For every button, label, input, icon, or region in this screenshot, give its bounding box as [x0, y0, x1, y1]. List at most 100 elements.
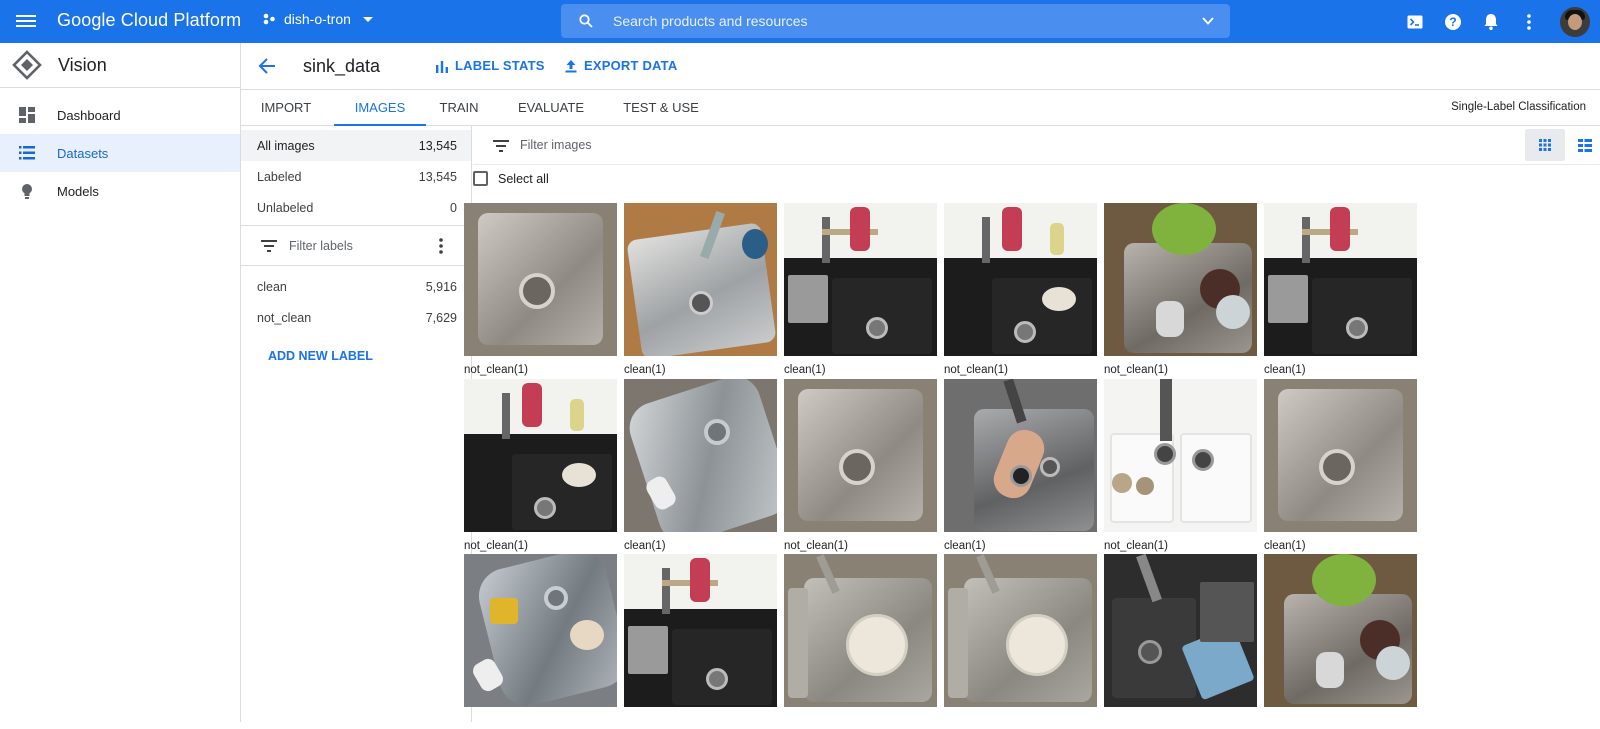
tab-train[interactable]: TRAIN [431, 90, 487, 126]
nav-item-label: Models [57, 183, 99, 199]
image-content [570, 620, 604, 650]
image-tile[interactable]: clean(1) [784, 203, 937, 378]
top-app-bar: Google Cloud Platform dish-o-tron Search… [0, 0, 1600, 43]
image-tile[interactable] [624, 554, 777, 729]
image-tile[interactable]: clean(1) [1264, 379, 1417, 554]
image-tile[interactable] [464, 554, 617, 729]
brand-title[interactable]: Google Cloud Platform [57, 10, 241, 31]
image-tile[interactable]: not_clean(1) [464, 379, 617, 554]
sink-image-thumbnail[interactable] [1264, 203, 1417, 356]
more-vert-icon[interactable] [439, 238, 443, 254]
sink-image-thumbnail[interactable] [944, 554, 1097, 707]
image-tile[interactable]: not_clean(1) [784, 379, 937, 554]
list-view-icon [1578, 138, 1592, 152]
dataset-name: sink_data [303, 56, 381, 76]
tab-images[interactable]: IMAGES [334, 90, 426, 126]
sink-image-thumbnail[interactable] [1264, 554, 1417, 707]
sink-image-thumbnail[interactable] [624, 554, 777, 707]
image-tile[interactable]: clean(1) [624, 203, 777, 378]
nav-item-dashboard[interactable]: Dashboard [0, 96, 240, 134]
avatar[interactable] [1560, 6, 1590, 37]
sink-image-thumbnail[interactable] [1264, 379, 1417, 532]
image-content [1014, 321, 1036, 343]
filter-icon [261, 239, 277, 252]
vision-logo-icon [12, 50, 42, 80]
tab-evaluate[interactable]: EVALUATE [509, 90, 593, 126]
grid-view-button[interactable] [1525, 129, 1565, 161]
sink-image-thumbnail[interactable] [464, 203, 617, 356]
image-content [1010, 465, 1032, 487]
filter-count: 13,545 [418, 138, 457, 153]
sink-image-thumbnail[interactable] [464, 554, 617, 707]
image-tile[interactable] [1264, 554, 1417, 729]
menu-icon[interactable] [16, 12, 36, 30]
image-content [832, 278, 932, 354]
image-tile[interactable]: clean(1) [944, 379, 1097, 554]
image-content [1050, 223, 1064, 255]
image-label-caption: clean(1) [1264, 540, 1306, 552]
filter-all-images[interactable]: All images 13,545 [241, 130, 471, 161]
sink-image-thumbnail[interactable] [944, 379, 1097, 532]
chevron-down-icon[interactable] [1202, 16, 1214, 26]
sink-image-thumbnail[interactable] [1104, 203, 1257, 356]
sink-image-thumbnail[interactable] [1104, 379, 1257, 532]
sink-image-thumbnail[interactable] [784, 379, 937, 532]
image-content [1192, 449, 1214, 471]
search-bar[interactable]: Search products and resources [561, 4, 1230, 38]
image-content [706, 668, 728, 690]
cloud-shell-icon[interactable] [1405, 12, 1425, 32]
image-label-caption: not_clean(1) [784, 540, 848, 552]
image-tile[interactable] [784, 554, 937, 729]
image-content [628, 626, 668, 674]
lightbulb-icon [18, 182, 36, 200]
export-data-button[interactable]: EXPORT DATA [564, 58, 677, 73]
sink-image-thumbnail[interactable] [784, 203, 937, 356]
image-tile[interactable]: not_clean(1) [1104, 379, 1257, 554]
nav-item-models[interactable]: Models [0, 172, 240, 210]
select-all[interactable]: Select all [473, 171, 549, 186]
search-input[interactable]: Search products and resources [613, 13, 808, 29]
image-content [562, 463, 596, 487]
image-tile[interactable]: clean(1) [624, 379, 777, 554]
nav-item-label: Dashboard [57, 107, 121, 123]
select-all-checkbox[interactable] [473, 171, 488, 186]
sink-image-thumbnail[interactable] [464, 379, 617, 532]
sink-image-thumbnail[interactable] [624, 379, 777, 532]
help-icon[interactable]: ? [1443, 12, 1463, 32]
image-tile[interactable] [1104, 554, 1257, 729]
image-content [534, 497, 556, 519]
notifications-icon[interactable] [1481, 12, 1501, 32]
list-view-button[interactable] [1565, 129, 1600, 161]
tab-import[interactable]: IMPORT [241, 90, 331, 126]
more-vert-icon[interactable] [1519, 12, 1539, 32]
back-arrow-icon[interactable] [257, 56, 277, 76]
sink-image-thumbnail[interactable] [624, 203, 777, 356]
filter-images-input[interactable]: Filter images [520, 138, 592, 152]
nav-item-datasets[interactable]: Datasets [0, 134, 240, 172]
image-content [846, 614, 908, 676]
sink-image-thumbnail[interactable] [944, 203, 1097, 356]
image-label-caption: not_clean(1) [1104, 364, 1168, 376]
tab-test-and-use[interactable]: TEST & USE [613, 90, 709, 126]
add-new-label-button[interactable]: ADD NEW LABEL [268, 349, 471, 363]
image-tile[interactable]: not_clean(1) [944, 203, 1097, 378]
label-stats-button[interactable]: LABEL STATS [435, 58, 545, 73]
image-content [788, 275, 828, 323]
image-tile[interactable]: not_clean(1) [1104, 203, 1257, 378]
sink-image-thumbnail[interactable] [784, 554, 937, 707]
image-label-caption: not_clean(1) [464, 540, 528, 552]
image-content [1216, 295, 1250, 329]
image-content [839, 449, 875, 485]
upload-icon [565, 59, 577, 72]
label-row-not-clean[interactable]: not_clean 7,629 [241, 302, 471, 333]
project-selector[interactable]: dish-o-tron [262, 11, 373, 27]
image-tile[interactable]: clean(1) [1264, 203, 1417, 378]
label-row-clean[interactable]: clean 5,916 [241, 271, 471, 302]
filter-unlabeled[interactable]: Unlabeled 0 [241, 192, 471, 223]
image-tile[interactable] [944, 554, 1097, 729]
filter-labeled[interactable]: Labeled 13,545 [241, 161, 471, 192]
filter-labels-input[interactable]: Filter labels [289, 239, 353, 253]
sink-image-thumbnail[interactable] [1104, 554, 1257, 707]
image-tile[interactable]: not_clean(1) [464, 203, 617, 378]
image-label-caption: clean(1) [784, 364, 826, 376]
